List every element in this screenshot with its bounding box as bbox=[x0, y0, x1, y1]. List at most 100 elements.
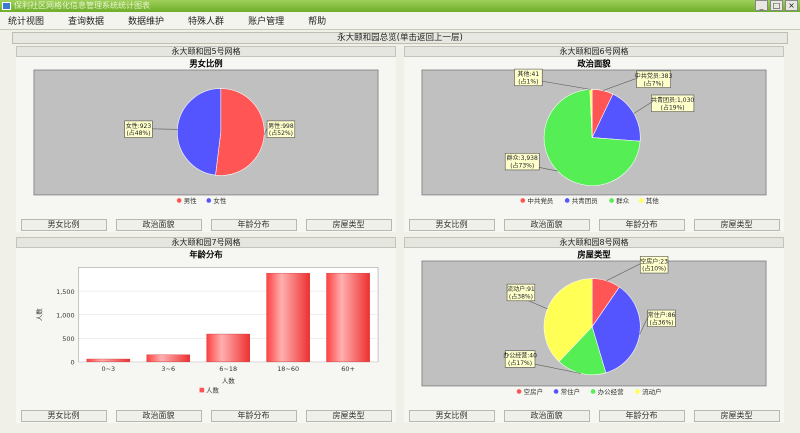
tab-age-distribution[interactable]: 年龄分布 bbox=[598, 219, 685, 231]
legend-marker bbox=[516, 389, 522, 394]
grid-title[interactable]: 永大颐和园6号网格 bbox=[404, 46, 784, 57]
legend-label: 其他 bbox=[646, 196, 659, 205]
menu-item-account-management[interactable]: 账户管理 bbox=[248, 14, 284, 27]
legend-marker bbox=[206, 198, 212, 203]
bar bbox=[326, 272, 370, 363]
x-tick-label: 3~6 bbox=[161, 365, 175, 373]
legend-label: 常住户 bbox=[561, 387, 580, 396]
panel-grid-6: 永大颐和园6号网格 政治面貌 中共党员:383 (占7%) 共青团员:1,030 (占… bbox=[404, 46, 784, 232]
x-tick-label: 0~3 bbox=[101, 365, 115, 373]
legend-marker bbox=[635, 389, 640, 394]
chart-title: 政治面貌 bbox=[577, 58, 611, 68]
chart-tab-bar: 男女比例 政治面貌 年龄分布 房屋类型 bbox=[404, 219, 784, 231]
legend-label: 男性 bbox=[184, 196, 197, 205]
tab-age-distribution[interactable]: 年龄分布 bbox=[210, 219, 297, 231]
panel-grid-5: 永大颐和园5号网格 男女比例 男性:998 (占52%) 女性:923 (占48%) 男… bbox=[16, 46, 396, 232]
chart-title: 男女比例 bbox=[188, 58, 222, 68]
y-tick-label: 1,000 bbox=[56, 311, 75, 319]
data-label: (占52%) bbox=[269, 129, 293, 137]
data-label: 男性:998 bbox=[268, 122, 294, 130]
data-label: 办公经营:40 bbox=[503, 352, 537, 360]
menu-item-data-maintenance[interactable]: 数据维护 bbox=[128, 14, 164, 27]
menu-bar: 统计视图 查询数据 数据维护 特殊人群 账户管理 帮助 bbox=[0, 12, 800, 30]
legend-marker bbox=[564, 198, 570, 203]
legend-marker bbox=[590, 389, 596, 394]
legend-marker bbox=[199, 387, 205, 393]
data-label: (占19%) bbox=[661, 103, 685, 111]
y-tick-label: 1,500 bbox=[56, 288, 75, 296]
menu-item-query-data[interactable]: 查询数据 bbox=[68, 14, 104, 27]
tab-age-distribution[interactable]: 年龄分布 bbox=[210, 410, 297, 422]
legend-marker bbox=[520, 198, 526, 203]
tab-gender-ratio[interactable]: 男女比例 bbox=[408, 410, 495, 422]
data-label: (占10%) bbox=[642, 265, 666, 273]
app-icon bbox=[2, 2, 11, 10]
bar bbox=[266, 272, 310, 363]
data-label: (占1%) bbox=[518, 77, 538, 85]
data-label: 共青团员:1,030 bbox=[651, 96, 694, 104]
legend-marker bbox=[176, 198, 182, 203]
x-tick-label: 60+ bbox=[341, 365, 355, 373]
tab-age-distribution[interactable]: 年龄分布 bbox=[598, 410, 685, 422]
close-button[interactable]: × bbox=[785, 0, 798, 11]
y-tick-label: 0 bbox=[71, 359, 75, 367]
chart-title: 年龄分布 bbox=[189, 249, 222, 259]
grid-title[interactable]: 永大颐和园7号网格 bbox=[16, 237, 396, 248]
data-label: (占17%) bbox=[508, 359, 532, 367]
data-label: 流动户:91 bbox=[507, 285, 535, 293]
tab-housing-type[interactable]: 房屋类型 bbox=[693, 219, 780, 231]
x-tick-label: 6~18 bbox=[219, 365, 237, 373]
chart-tab-bar: 男女比例 政治面貌 年龄分布 房屋类型 bbox=[16, 219, 396, 231]
legend-marker bbox=[638, 198, 644, 203]
legend-label: 女性 bbox=[213, 196, 226, 205]
chart-tab-bar: 男女比例 政治面貌 年龄分布 房屋类型 bbox=[16, 410, 396, 422]
tab-political-status[interactable]: 政治面貌 bbox=[115, 410, 202, 422]
y-tick-label: 500 bbox=[62, 335, 74, 343]
data-label: 空房户:23 bbox=[640, 257, 668, 265]
tab-gender-ratio[interactable]: 男女比例 bbox=[20, 410, 107, 422]
grid-title[interactable]: 永大颐和园8号网格 bbox=[404, 237, 784, 248]
title-bar: 保利社区网格化信息管理系统统计图表 _ □ × bbox=[0, 0, 800, 12]
legend-label: 空房户 bbox=[524, 387, 543, 396]
bar bbox=[146, 354, 191, 363]
data-label: 群众:3,938 bbox=[507, 154, 538, 162]
data-label: (占36%) bbox=[650, 318, 674, 326]
political-status-chart: 政治面貌 中共党员:383(占7%) 共青团员:1,030(占19%) 群众:3,9… bbox=[421, 58, 767, 205]
tab-housing-type[interactable]: 房屋类型 bbox=[693, 410, 780, 422]
tab-political-status[interactable]: 政治面貌 bbox=[503, 219, 590, 231]
menu-item-special-groups[interactable]: 特殊人群 bbox=[188, 14, 224, 27]
overview-title-button[interactable]: 永大颐和园总览(单击返回上一层) bbox=[12, 32, 788, 44]
maximize-button[interactable]: □ bbox=[770, 0, 783, 11]
minimize-button[interactable]: _ bbox=[755, 0, 768, 11]
data-label: 常住户:86 bbox=[648, 311, 676, 319]
tab-gender-ratio[interactable]: 男女比例 bbox=[408, 219, 495, 231]
window-title: 保利社区网格化信息管理系统统计图表 bbox=[14, 1, 150, 10]
legend-label: 共青团员 bbox=[572, 196, 598, 205]
grid-title[interactable]: 永大颐和园5号网格 bbox=[16, 46, 396, 57]
data-label: (占73%) bbox=[510, 162, 534, 170]
data-label: (占7%) bbox=[643, 79, 663, 87]
housing-type-chart: 房屋类型 空房户:23(占10%) 常住户:86(占36%) 办公经营:40(占17… bbox=[421, 249, 767, 396]
legend-label: 流动户 bbox=[642, 387, 661, 396]
data-label: 其他:41 bbox=[517, 70, 539, 78]
legend-marker bbox=[609, 198, 614, 203]
legend-label: 群众 bbox=[616, 196, 629, 205]
y-axis-label: 人数 bbox=[34, 308, 43, 321]
data-label: (占38%) bbox=[509, 292, 533, 300]
menu-item-stats-view[interactable]: 统计视图 bbox=[8, 14, 44, 27]
panel-grid-8: 永大颐和园8号网格 房屋类型 空房户:23 (占10%) 常住户:86 (占36%) 办… bbox=[404, 237, 784, 423]
x-tick-label: 18~60 bbox=[277, 365, 299, 373]
legend-label: 人数 bbox=[206, 385, 219, 394]
data-label: (占48%) bbox=[126, 129, 150, 137]
tab-political-status[interactable]: 政治面貌 bbox=[503, 410, 590, 422]
panel-grid-7: 永大颐和园7号网格 年龄分布 0 500 1,000 1,500 人数 0~3 3~6 6~1… bbox=[16, 237, 396, 423]
data-label: 中共党员:383 bbox=[635, 72, 673, 80]
tab-gender-ratio[interactable]: 男女比例 bbox=[20, 219, 107, 231]
menu-item-help[interactable]: 帮助 bbox=[308, 14, 326, 27]
data-label: 女性:923 bbox=[126, 122, 152, 130]
tab-housing-type[interactable]: 房屋类型 bbox=[305, 219, 392, 231]
tab-housing-type[interactable]: 房屋类型 bbox=[305, 410, 392, 422]
chart-title: 房屋类型 bbox=[577, 249, 611, 259]
tab-political-status[interactable]: 政治面貌 bbox=[115, 219, 202, 231]
gender-ratio-chart: 男女比例 男性:998(占52%) 女性:923(占48%) 男性 女性 bbox=[33, 58, 379, 205]
